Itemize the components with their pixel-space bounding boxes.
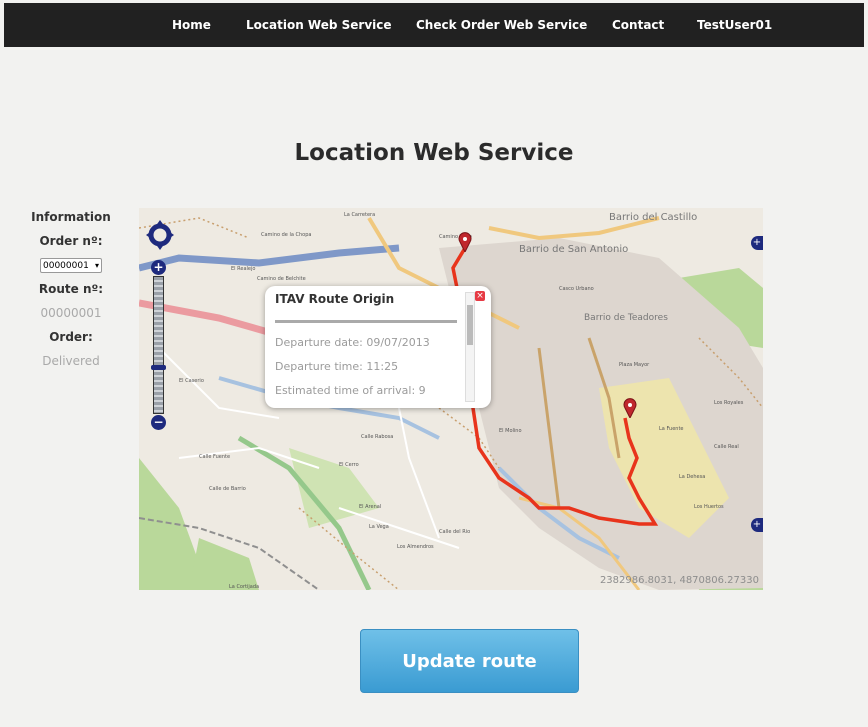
svg-text:Barrio de San Antonio: Barrio de San Antonio	[519, 244, 628, 255]
route-origin-popup: ITAV Route Origin Departure date: 09/07/…	[265, 286, 491, 408]
route-map[interactable]: Barrio del Castillo Barrio de San Antoni…	[139, 208, 763, 590]
popup-scrollbar-thumb[interactable]	[467, 305, 473, 345]
chevron-down-icon: ▾	[94, 261, 99, 270]
order-status-value: Delivered	[42, 354, 100, 368]
order-number-selected: 00000001	[43, 260, 89, 271]
svg-text:Calle Real: Calle Real	[714, 444, 739, 450]
nav-check-order-web-service-link[interactable]: Check Order Web Service	[416, 3, 587, 47]
route-number-label: Route nº:	[38, 282, 104, 296]
svg-text:Los Almendros: Los Almendros	[397, 544, 434, 550]
svg-text:Calle del Rio: Calle del Rio	[439, 529, 470, 535]
zoom-out-button[interactable]: −	[151, 415, 166, 430]
layer-switcher-button-lower[interactable]: +	[751, 518, 763, 532]
info-heading: Information	[31, 210, 111, 224]
zoom-track[interactable]	[153, 276, 164, 414]
popup-scrollbar[interactable]	[465, 292, 475, 402]
order-status-label: Order:	[49, 330, 93, 344]
svg-text:Calle Fuente: Calle Fuente	[199, 454, 230, 460]
pan-arrows-icon[interactable]	[146, 220, 174, 250]
order-select-wrap: 00000001 ▾	[28, 258, 114, 282]
svg-text:El Caserio: El Caserio	[179, 378, 204, 384]
nav-contact-link[interactable]: Contact	[612, 3, 664, 47]
zoom-slider-handle[interactable]	[151, 365, 166, 370]
popup-title: ITAV Route Origin	[275, 292, 395, 306]
svg-text:La Cortijada: La Cortijada	[229, 584, 259, 590]
svg-text:La Fuente: La Fuente	[659, 426, 684, 432]
svg-text:Barrio del Castillo: Barrio del Castillo	[609, 212, 697, 223]
svg-text:El Arenal: El Arenal	[359, 504, 381, 510]
nav-location-web-service-link[interactable]: Location Web Service	[246, 3, 392, 47]
zoom-in-button[interactable]: +	[151, 260, 166, 275]
svg-text:Barrio de Teadores: Barrio de Teadores	[584, 313, 668, 323]
svg-text:Camino de la Chopa: Camino de la Chopa	[261, 232, 311, 238]
destination-marker-icon[interactable]	[623, 398, 637, 418]
svg-text:El Realejo: El Realejo	[231, 266, 255, 272]
svg-text:La Carretera: La Carretera	[344, 212, 375, 218]
svg-text:Casco Urbano: Casco Urbano	[559, 286, 594, 292]
update-route-button[interactable]: Update route	[360, 629, 579, 693]
route-number-value: 00000001	[40, 306, 102, 320]
order-info-panel: Information Order nº: 00000001 ▾ Route n…	[28, 210, 114, 378]
order-number-select[interactable]: 00000001 ▾	[40, 258, 102, 273]
close-icon[interactable]: ×	[475, 291, 485, 301]
svg-text:Plaza Mayor: Plaza Mayor	[619, 362, 650, 368]
svg-text:La Dehesa: La Dehesa	[679, 474, 705, 480]
svg-text:Calle Rabosa: Calle Rabosa	[361, 434, 393, 440]
order-number-label: Order nº:	[39, 234, 103, 248]
top-navbar: Home Location Web Service Check Order We…	[4, 3, 864, 47]
nav-home-link[interactable]: Home	[172, 3, 211, 47]
page-title: Location Web Service	[294, 140, 574, 166]
zoom-control: + −	[151, 260, 166, 430]
svg-text:La Vega: La Vega	[369, 524, 389, 530]
popup-departure-time: Departure time: 11:25	[275, 360, 399, 373]
nav-user-link[interactable]: TestUser01	[697, 3, 772, 47]
map-coordinates: 2382986.8031, 4870806.27330	[599, 575, 759, 586]
svg-text:Los Royales: Los Royales	[714, 400, 744, 406]
svg-text:Los Huertos: Los Huertos	[694, 504, 724, 510]
svg-text:Camino de Belchite: Camino de Belchite	[257, 276, 306, 282]
popup-departure-date: Departure date: 09/07/2013	[275, 336, 430, 349]
origin-marker-icon[interactable]	[458, 232, 472, 252]
svg-text:Calle de Barrio: Calle de Barrio	[209, 486, 246, 492]
layer-switcher-button[interactable]: +	[751, 236, 763, 250]
svg-text:El Cerro: El Cerro	[339, 462, 359, 468]
popup-eta: Estimated time of arrival: 9	[275, 384, 426, 397]
popup-divider	[275, 320, 457, 323]
svg-text:El Molino: El Molino	[499, 428, 522, 434]
